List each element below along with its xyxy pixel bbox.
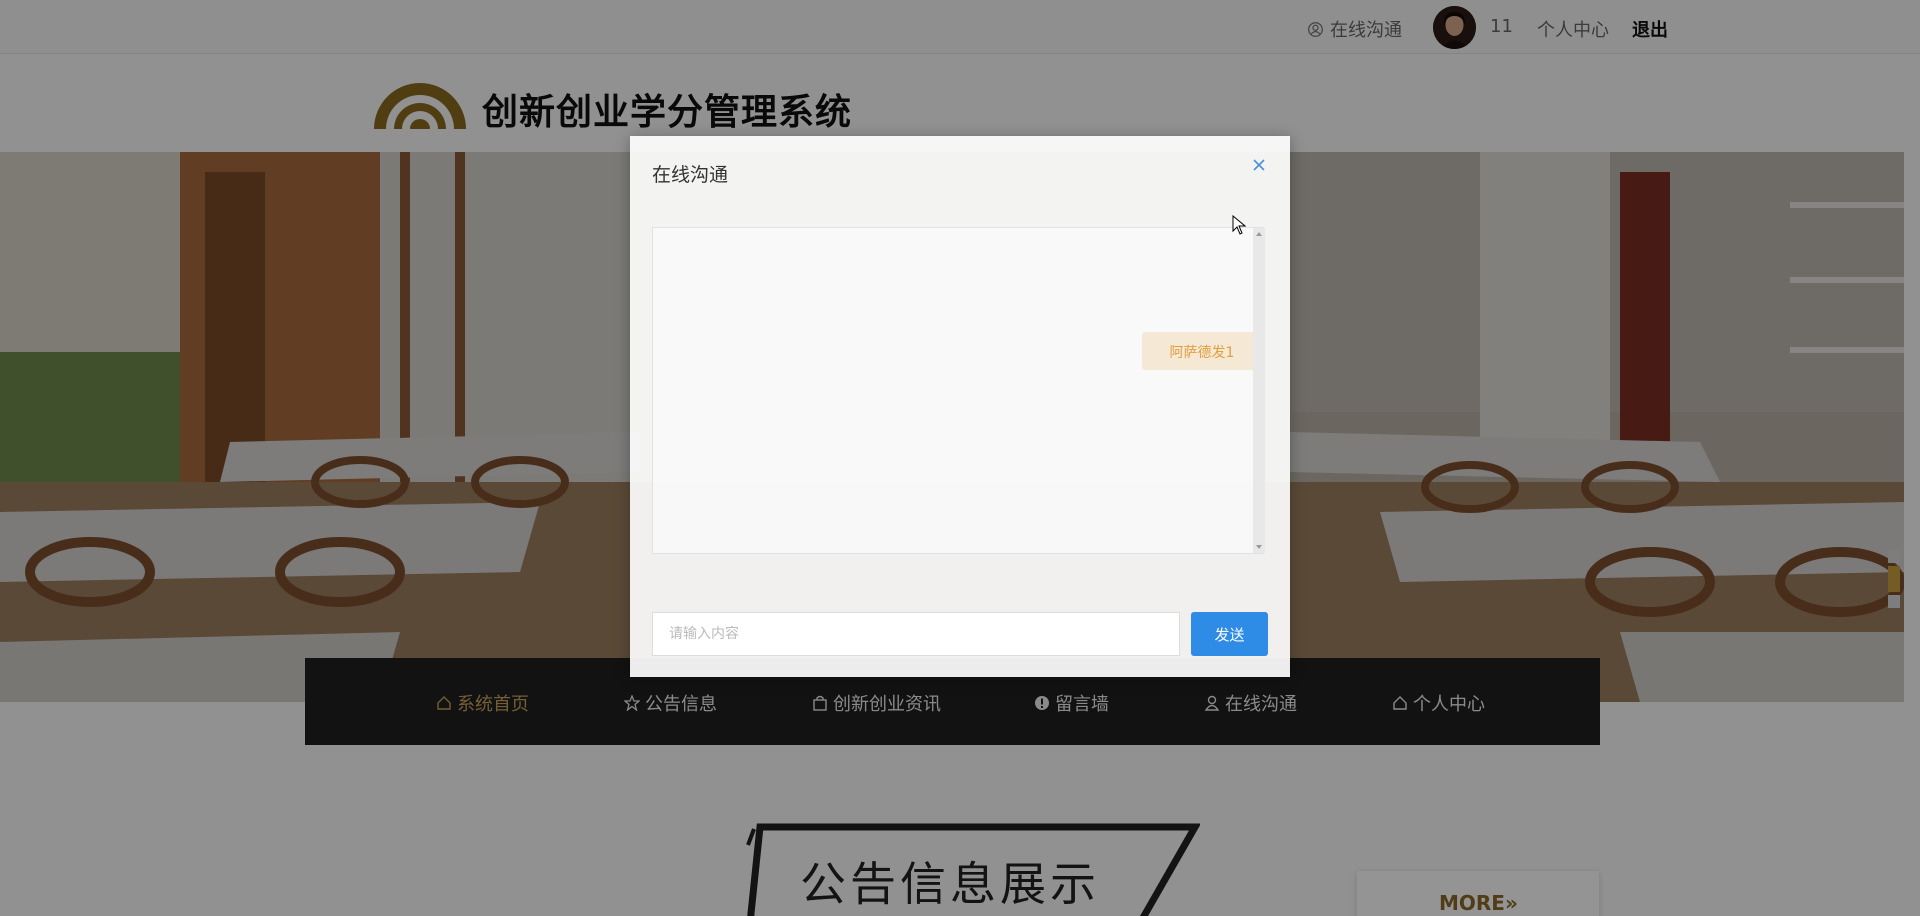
mouse-cursor-icon [1232,215,1246,235]
chat-message-text: 阿萨德发1 [1169,345,1235,361]
close-icon[interactable] [1250,156,1268,174]
scroll-up-icon[interactable] [1256,232,1262,236]
scroll-down-icon[interactable] [1256,545,1262,549]
chat-scrollbar[interactable] [1253,228,1265,553]
chat-messages-area[interactable]: 阿萨德发1 [652,227,1265,554]
dialog-title: 在线沟通 [652,164,729,186]
send-button[interactable]: 发送 [1191,612,1268,656]
message-input[interactable] [652,612,1180,656]
chat-dialog: 在线沟通 阿萨德发1 发送 [630,136,1290,677]
chat-message-bubble: 阿萨德发1 [1142,332,1262,370]
